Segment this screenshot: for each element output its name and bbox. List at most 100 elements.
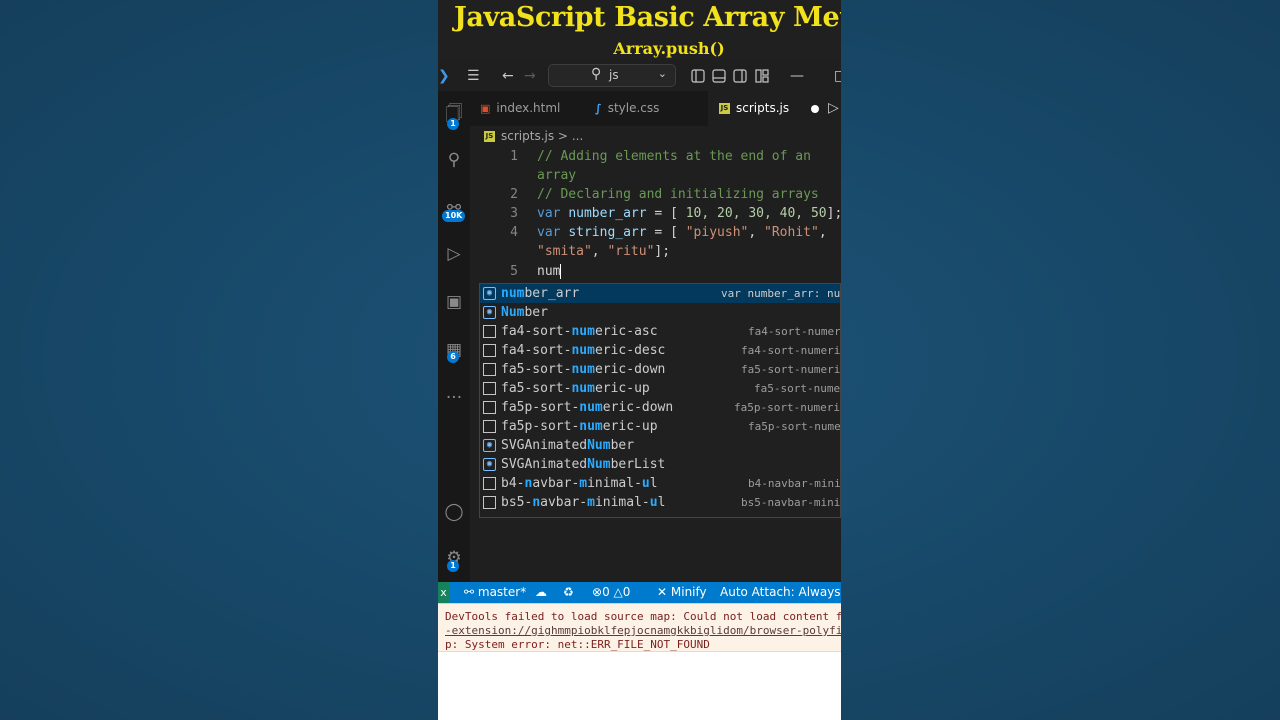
extensions-icon[interactable]: ▦ 6 xyxy=(438,335,470,365)
line-number: 1 xyxy=(510,149,518,164)
minimize-icon[interactable]: — xyxy=(790,66,804,86)
label-text: l xyxy=(657,495,666,510)
toggle-sidebar-icon[interactable] xyxy=(691,69,705,83)
video-frame: JavaScript Basic Array Meth Array.push()… xyxy=(438,0,841,720)
punctuation: , xyxy=(591,244,608,259)
toggle-panel-icon[interactable] xyxy=(712,69,726,83)
html-icon: ▣ xyxy=(480,102,491,115)
suggestion-detail: fa5p-sort-nume xyxy=(748,420,841,433)
tab-style-css[interactable]: ∫ style.css xyxy=(595,91,705,126)
suggestion-detail: fa5-sort-numeri xyxy=(741,363,841,376)
label-text: eric-up xyxy=(594,381,650,396)
label-text: eric-desc xyxy=(594,343,666,358)
search-text: js xyxy=(609,68,619,82)
suggestion-item[interactable]: b4-navbar-minimal-ul b4-navbar-mini xyxy=(480,474,840,493)
tab-label: scripts.js xyxy=(736,101,790,115)
label-text: avbar- xyxy=(540,495,588,510)
match-text: Num xyxy=(587,438,611,453)
forward-arrow-icon[interactable]: → xyxy=(524,66,536,86)
suggest-widget[interactable]: ◉ number_arr var number_arr: nu ◉ Number… xyxy=(479,283,841,518)
match-text: u xyxy=(641,476,650,491)
activity-bar: 🗍 1 ⚲ ⚯ 10K ▷ ▣ ▦ 6 ... ◯ ⚙ 1 xyxy=(438,91,470,583)
js-icon: JS xyxy=(484,131,495,142)
maximize-icon[interactable]: □ xyxy=(834,66,841,86)
text-cursor xyxy=(560,264,562,279)
js-icon: JS xyxy=(719,103,730,114)
suggestion-item[interactable]: ◉ SVGAnimatedNumberList xyxy=(480,455,840,474)
label-text: b4- xyxy=(501,476,525,491)
identifier: string_arr xyxy=(568,225,647,240)
minify-button[interactable]: ✕ Minify xyxy=(657,582,707,603)
breadcrumb-file[interactable]: scripts.js xyxy=(501,129,554,143)
run-debug-icon[interactable]: ▷ xyxy=(438,239,470,269)
branch-indicator[interactable]: ⚯ master* xyxy=(464,582,526,603)
label-text: fa4-sort- xyxy=(501,343,572,358)
code-line: var string_arr = [ "piyush", "Rohit", xyxy=(537,223,827,242)
settings-badge: 1 xyxy=(447,560,459,572)
match-text: num xyxy=(571,324,595,339)
menu-icon[interactable]: ☰ xyxy=(467,66,480,86)
suggestion-item[interactable]: fa5p-sort-numeric-down fa5p-sort-numeri xyxy=(480,398,840,417)
suggestion-item[interactable]: fa4-sort-numeric-desc fa4-sort-numeri xyxy=(480,341,840,360)
tab-scripts-js[interactable]: JS scripts.js xyxy=(708,91,841,126)
suggestion-detail: bs5-navbar-mini xyxy=(741,496,841,509)
tab-index-html[interactable]: ▣ index.html xyxy=(480,91,590,126)
suggestion-item[interactable]: fa5-sort-numeric-down fa5-sort-numeri xyxy=(480,360,841,379)
suggestion-detail: fa5p-sort-numeri xyxy=(734,401,840,414)
search-icon[interactable]: ⚲ xyxy=(438,145,470,175)
live-share-icon[interactable]: ♻ xyxy=(563,582,574,603)
label-text: fa4-sort- xyxy=(501,324,572,339)
back-arrow-icon[interactable]: ← xyxy=(502,66,514,86)
minify-label: Minify xyxy=(670,585,707,599)
snippet-icon xyxy=(483,496,496,509)
snippet-icon xyxy=(483,363,496,376)
explorer-icon[interactable]: 🗍 1 xyxy=(438,99,470,130)
line-number: 5 xyxy=(510,264,518,279)
settings-gear-icon[interactable]: ⚙ 1 xyxy=(438,543,470,573)
identifier: number_arr xyxy=(568,206,647,221)
unsaved-dot-icon[interactable] xyxy=(811,104,820,113)
error-source-link[interactable]: -extension://gighmmpiobklfepjocnamgkkbig… xyxy=(445,624,841,637)
variable-icon: ◉ xyxy=(483,287,496,300)
label-text: inimal- xyxy=(594,495,650,510)
error-icon: ⊗ xyxy=(592,585,603,599)
more-icon[interactable]: ... xyxy=(438,378,470,408)
toggle-secondary-sidebar-icon[interactable] xyxy=(733,69,747,83)
snippet-icon xyxy=(483,382,496,395)
suggestion-item[interactable]: fa5-sort-numeric-up fa5-sort-nume xyxy=(480,379,840,398)
customize-layout-icon[interactable] xyxy=(755,69,769,83)
command-center-search[interactable]: ⚲ js ⌄ xyxy=(548,64,676,87)
suggestion-item[interactable]: fa4-sort-numeric-asc fa4-sort-numer xyxy=(480,322,841,341)
remote-indicator-icon[interactable]: x xyxy=(438,582,449,603)
suggestion-item[interactable]: ◉ SVGAnimatedNumber xyxy=(480,436,840,455)
suggestion-detail: var number_arr: nu xyxy=(721,287,841,300)
branch-icon: ⚯ xyxy=(464,585,475,599)
suggestion-item[interactable]: bs5-navbar-minimal-ul bs5-navbar-mini xyxy=(480,493,841,512)
snippet-icon xyxy=(483,325,496,338)
breadcrumb-rest[interactable]: ... xyxy=(572,129,583,143)
devtools-console: DevTools failed to load source map: Coul… xyxy=(438,603,841,720)
suggestion-item[interactable]: ◉ Number xyxy=(480,303,840,322)
problems-indicator[interactable]: ⊗0 △0 xyxy=(592,582,630,603)
match-text: Num xyxy=(587,457,611,472)
suggestion-item[interactable]: ◉ number_arr var number_arr: nu xyxy=(480,284,841,303)
label-text: SVGAnimated xyxy=(501,457,588,472)
auto-attach-status[interactable]: Auto Attach: Always xyxy=(720,582,841,603)
snippet-icon xyxy=(483,344,496,357)
branch-name: master* xyxy=(477,585,527,599)
source-control-icon[interactable]: ⚯ 10K xyxy=(438,193,470,223)
chevron-down-icon[interactable]: ⌄ xyxy=(658,67,667,80)
breadcrumb-separator: > xyxy=(557,129,568,143)
code-line: // Declaring and initializing arrays xyxy=(537,187,819,202)
status-bar: x ⚯ master* ☁ ♻ ⊗0 △0 ✕ Minify Auto Atta… xyxy=(438,582,841,603)
warning-count: 0 xyxy=(622,585,631,599)
label-text: eric-up xyxy=(602,419,658,434)
accounts-icon[interactable]: ◯ xyxy=(438,497,470,527)
label-text: fa5p-sort- xyxy=(501,419,580,434)
suggestion-item[interactable]: fa5p-sort-numeric-up fa5p-sort-nume xyxy=(480,417,841,436)
match-text: num xyxy=(579,419,603,434)
run-icon[interactable]: ▷ xyxy=(828,98,839,118)
remote-explorer-icon[interactable]: ▣ xyxy=(438,287,470,317)
suggestion-detail: fa4-sort-numer xyxy=(748,325,841,338)
sync-icon[interactable]: ☁ xyxy=(535,582,547,603)
